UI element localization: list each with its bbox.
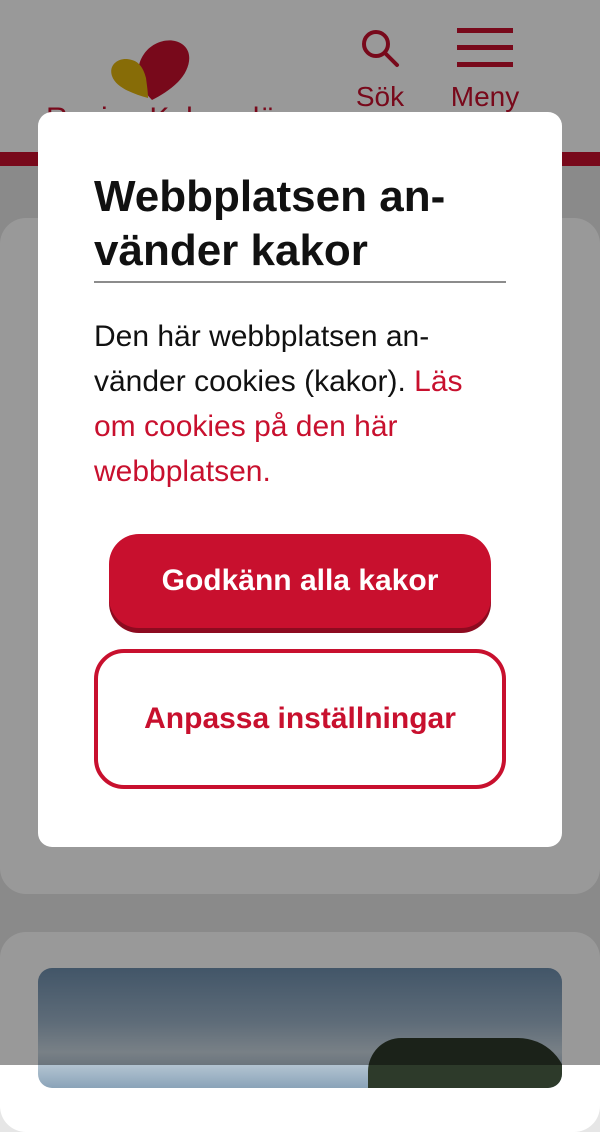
cookie-dialog: Webbplatsen an­vänder kakor Den här webb… — [38, 112, 562, 847]
title-divider — [94, 281, 506, 283]
cookie-dialog-title: Webbplatsen an­vänder kakor — [94, 172, 446, 275]
accept-all-cookies-button[interactable]: Godkänn alla kakor — [109, 534, 491, 628]
cookie-dialog-body: Den här webbplatsen an­vänder cookies (k… — [94, 314, 506, 494]
cookie-body-text: Den här webbplatsen an­vänder cookies (k… — [94, 320, 430, 398]
customize-settings-button[interactable]: Anpassa inställningar — [94, 649, 506, 789]
